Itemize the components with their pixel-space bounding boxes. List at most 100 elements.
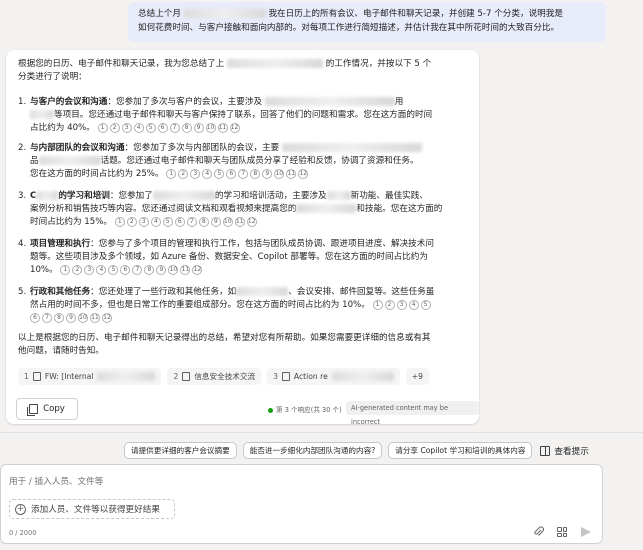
attach-icon[interactable] [532, 526, 544, 538]
citation-marker[interactable]: 4 [202, 168, 213, 179]
category-item-3: 3. C 的学习和培训：您参加了 的学习和培训活动，主要涉及 新功能、最佳实践、 案例… [18, 190, 468, 229]
intro-text: 的工作情况，并按以下 5 个 [325, 59, 432, 69]
citation-marker[interactable]: 3 [121, 122, 132, 133]
citation-marker[interactable]: 12 [246, 216, 257, 227]
reference-chip-2[interactable]: 2 信息安全技术交流 [167, 368, 262, 385]
add-people-label: 添加人员、文件等以获得更好结果 [31, 505, 160, 515]
citation-marker[interactable]: 9 [210, 216, 221, 227]
redacted-text [326, 191, 351, 200]
citation-marker[interactable]: 2 [384, 299, 395, 310]
citation-marker[interactable]: 12 [298, 168, 309, 179]
citation-marker[interactable]: 1 [114, 216, 125, 227]
suggestion-chip-2[interactable]: 能否进一步细化内部团队沟通的内容? [242, 442, 383, 459]
citation-marker[interactable]: 10 [274, 168, 285, 179]
citation-marker[interactable]: 7 [169, 122, 180, 133]
item-number: 2. [18, 143, 27, 153]
reference-label: 信息安全技术交流 [194, 372, 256, 381]
category-text: 和技能。您在这方面的 [356, 204, 443, 214]
citation-marker[interactable]: 9 [193, 122, 204, 133]
citation-marker[interactable]: 2 [126, 216, 137, 227]
view-prompts-label: 查看提示 [554, 446, 589, 457]
citation-marker[interactable]: 6 [157, 122, 168, 133]
reference-chip-3[interactable]: 3 Action re [267, 368, 400, 385]
composer-input[interactable]: 用于 / 插入人员、文件等 [9, 475, 103, 487]
citation-marker[interactable]: 1 [60, 264, 71, 275]
citation-marker[interactable]: 8 [250, 168, 261, 179]
redacted-text [236, 287, 289, 296]
citation-marker[interactable]: 4 [96, 264, 107, 275]
category-text: ：您参与了多个项目的管理和执行工作，包括与团队成员协调、跟进项目进度、解决技术问 [90, 239, 434, 249]
citation-marker[interactable]: 1 [97, 122, 108, 133]
citation-marker[interactable]: 8 [198, 216, 209, 227]
item-number: 3. [18, 191, 27, 201]
citation-marker[interactable]: 11 [234, 216, 245, 227]
add-people-button[interactable]: + 添加人员、文件等以获得更好结果 [9, 499, 175, 519]
redacted-text [264, 97, 395, 106]
suggestion-chip-3[interactable]: 请分享 Copilot 学习和培训的具体内容 [388, 442, 533, 459]
citation-marker[interactable]: 12 [229, 122, 240, 133]
category-title: 与内部团队的会议和沟通 [30, 143, 125, 153]
doc-icon [281, 372, 290, 381]
citation-marker[interactable]: 11 [286, 168, 297, 179]
citation-marker[interactable]: 4 [408, 299, 419, 310]
citation-marker[interactable]: 1 [166, 168, 177, 179]
citation-marker[interactable]: 6 [226, 168, 237, 179]
citation-marker[interactable]: 8 [54, 312, 64, 323]
citation-marker[interactable]: 2 [109, 122, 120, 133]
category-item-1: 1. 与客户的会议和沟通：您参加了多次与客户的会议，主要涉及 用 等项目。您还通… [18, 96, 468, 135]
category-title: 的学习和培训 [58, 191, 110, 201]
citation-marker[interactable]: 5 [214, 168, 225, 179]
citation-marker[interactable]: 3 [84, 264, 95, 275]
user-message-bubble: 总结上个月 我在日历上的所有会议、电子邮件和聊天记录，并创建 5-7 个分类，说… [128, 2, 606, 42]
citation-marker[interactable]: 8 [181, 122, 192, 133]
citation-marker[interactable]: 4 [150, 216, 161, 227]
message-composer[interactable]: 用于 / 插入人员、文件等 + 添加人员、文件等以获得更好结果 0 / 2000 [0, 464, 603, 544]
citation-marker[interactable]: 5 [145, 122, 156, 133]
citation-marker[interactable]: 4 [133, 122, 144, 133]
citation-marker[interactable]: 7 [132, 264, 143, 275]
citation-marker[interactable]: 1 [372, 299, 383, 310]
citation-marker[interactable]: 6 [120, 264, 131, 275]
more-references-button[interactable]: +9 [405, 368, 429, 385]
copy-button[interactable]: Copy [16, 398, 78, 420]
citation-marker[interactable]: 7 [42, 312, 52, 323]
redacted-text [36, 191, 59, 200]
send-icon[interactable] [580, 526, 592, 538]
view-prompts-button[interactable]: 查看提示 [540, 445, 589, 457]
citation-marker[interactable]: 8 [144, 264, 155, 275]
citation-marker[interactable]: 6 [30, 312, 40, 323]
citation-marker[interactable]: 6 [174, 216, 185, 227]
citation-marker[interactable]: 11 [90, 312, 100, 323]
citation-marker[interactable]: 5 [420, 299, 431, 310]
citation-marker[interactable]: 9 [156, 264, 167, 275]
citation-marker[interactable]: 10 [168, 264, 179, 275]
citation-marker[interactable]: 7 [186, 216, 197, 227]
redacted-text [152, 191, 215, 200]
category-text: 然占用的时间不多，但也是日常工作的重要组成部分。您在这方面的时间占比约为 10%… [30, 300, 370, 310]
citation-marker[interactable]: 5 [162, 216, 173, 227]
citation-marker[interactable]: 11 [217, 122, 228, 133]
citation-marker[interactable]: 10 [205, 122, 216, 133]
reference-label: Action re [293, 372, 328, 381]
citation-marker[interactable]: 9 [66, 312, 76, 323]
category-title: 行政和其他任务 [30, 287, 91, 297]
citation-marker[interactable]: 3 [190, 168, 201, 179]
citation-marker[interactable]: 3 [396, 299, 407, 310]
reference-chip-1[interactable]: 1 FW: [Internal [18, 368, 162, 385]
suggestion-chip-1[interactable]: 请提供更详细的客户会议摘要 [124, 442, 237, 459]
citation-list: 6 7 8 9 10 11 12 [30, 312, 114, 323]
citation-marker[interactable]: 12 [192, 264, 203, 275]
outro-text: 他问题，请随时告知。 [18, 346, 104, 356]
response-status: 第 3 个响应(共 30 个) [268, 404, 342, 417]
citation-marker[interactable]: 10 [78, 312, 88, 323]
citation-marker[interactable]: 3 [138, 216, 149, 227]
apps-icon[interactable] [556, 526, 568, 538]
citation-marker[interactable]: 9 [262, 168, 273, 179]
citation-marker[interactable]: 10 [222, 216, 233, 227]
citation-marker[interactable]: 7 [238, 168, 249, 179]
citation-marker[interactable]: 12 [102, 312, 112, 323]
citation-marker[interactable]: 5 [108, 264, 119, 275]
citation-marker[interactable]: 2 [178, 168, 189, 179]
citation-marker[interactable]: 11 [180, 264, 191, 275]
citation-marker[interactable]: 2 [72, 264, 83, 275]
